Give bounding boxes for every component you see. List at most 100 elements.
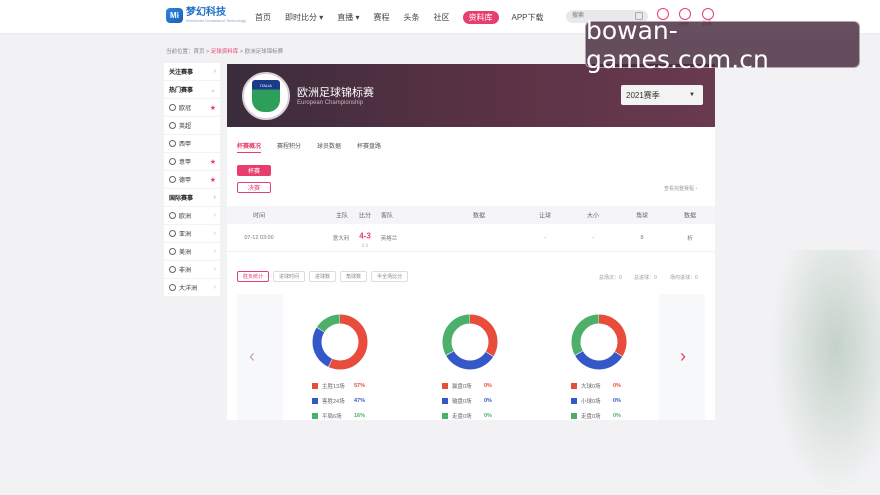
- sidebar-item-label: 大洋洲: [179, 286, 198, 292]
- avg-goals: 场均进球：0: [670, 275, 698, 281]
- nav-database[interactable]: 资料库: [462, 10, 499, 24]
- nav-live-score[interactable]: 即时比分 ▾: [278, 0, 330, 34]
- subtab-ht-ft[interactable]: 半全场比分: [371, 271, 409, 282]
- analysis-link[interactable]: 析: [687, 234, 693, 242]
- nav-community[interactable]: 社区: [427, 0, 457, 34]
- tab-schedule-standings[interactable]: 赛程积分: [277, 141, 301, 153]
- main-nav: 首页 即时比分 ▾ 直播 ▾ 赛程 头条 社区 资料库 APP下载: [248, 0, 551, 34]
- donut-win-loss: [312, 314, 368, 370]
- legend-item: 客胜24场 47%: [312, 393, 365, 408]
- site-logo[interactable]: Mi 梦幻科技 Wonderful Dreamland Technology: [166, 8, 246, 23]
- col-handicap: 让球: [538, 213, 552, 220]
- final-button[interactable]: 决赛: [237, 182, 271, 193]
- legend-swatch: [571, 382, 577, 389]
- legend-label: 输盘0场: [452, 398, 472, 405]
- sidebar-item-label: 美洲: [179, 250, 192, 256]
- legend-swatch: [312, 382, 318, 389]
- breadcrumb-link[interactable]: 足球资料库: [211, 49, 239, 55]
- sidebar-item-oceania[interactable]: 大洋洲 ›: [164, 279, 220, 297]
- background-player-image: [770, 250, 880, 495]
- legend-label: 走盘0场: [581, 413, 601, 420]
- sidebar-item-americas[interactable]: 美洲 ›: [164, 243, 220, 261]
- col-data: 数据: [472, 213, 486, 220]
- breadcrumb: 当前位置：首页 > 足球资料库 > 欧洲足球锦标赛: [166, 47, 283, 55]
- season-select[interactable]: 2021赛季 ▼: [621, 85, 703, 105]
- legend-label: 走盘0场: [452, 413, 472, 420]
- legend-swatch: [312, 412, 318, 419]
- col-score: 比分: [358, 213, 372, 220]
- legend-handicap: 赢盘0场 0% 输盘0场 0% 走盘0场 0%: [442, 378, 492, 423]
- home-team[interactable]: 意大利: [333, 234, 350, 242]
- subtab-win-loss[interactable]: 胜负统计: [237, 271, 270, 282]
- legend-item: 走盘0场 0%: [571, 408, 621, 423]
- nav-schedule[interactable]: 赛程: [367, 0, 397, 34]
- legend-swatch: [571, 397, 577, 404]
- table-row[interactable]: 07-12 03:00 意大利 4-3 1-1 英格兰 - - 8 析: [227, 224, 715, 252]
- sidebar-item-hot[interactable]: 热门赛事 ⌄: [164, 81, 220, 99]
- tab-overview[interactable]: 杯赛概况: [237, 141, 262, 153]
- over-under-value: -: [592, 234, 594, 241]
- nav-home[interactable]: 首页: [248, 0, 278, 34]
- col-home: 主队: [335, 213, 349, 220]
- sidebar-item-ucl[interactable]: 欧冠 ★: [164, 99, 220, 117]
- sidebar-item-label: 热门赛事: [169, 88, 194, 94]
- match-score[interactable]: 4-3: [359, 231, 371, 240]
- legend-item: 大球0场 0%: [571, 378, 621, 393]
- carousel-next-icon[interactable]: ›: [680, 346, 686, 367]
- legend-label: 小球0场: [581, 398, 601, 405]
- legend-item: 平局6场 16%: [312, 408, 365, 423]
- legend-pct: 0%: [613, 412, 621, 419]
- cup-button[interactable]: 杯赛: [237, 165, 271, 176]
- sidebar-item-bundesliga[interactable]: 德甲 ★: [164, 171, 220, 189]
- sidebar-item-epl[interactable]: 英超: [164, 117, 220, 135]
- globe-icon: [169, 212, 176, 219]
- legend-pct: 0%: [613, 397, 621, 404]
- corner-value: 8: [640, 234, 644, 241]
- stats-carousel: ‹ › 主胜13场 57% 客胜24场 47% 平局6场 16% 赢盘0场 0% 输盘0…: [237, 294, 705, 420]
- total-goals: 总进球：0: [634, 275, 657, 281]
- globe-icon: [169, 266, 176, 273]
- legend-item: 输盘0场 0%: [442, 393, 492, 408]
- away-team[interactable]: 英格兰: [381, 234, 398, 242]
- globe-icon: [169, 284, 176, 291]
- legend-swatch: [442, 382, 448, 389]
- competition-panel: ITALIA 欧洲足球锦标赛 European Championship 202…: [227, 64, 715, 420]
- globe-icon: [169, 248, 176, 255]
- sidebar-item-followed[interactable]: 关注赛事 ›: [164, 63, 220, 81]
- nav-app-download[interactable]: APP下载: [505, 0, 551, 34]
- sidebar-item-label: 欧洲: [179, 214, 192, 220]
- legend-item: 小球0场 0%: [571, 393, 621, 408]
- star-icon[interactable]: ★: [210, 158, 216, 166]
- legend-pct: 47%: [354, 397, 366, 404]
- full-schedule-link[interactable]: 查看完整赛程 ›: [664, 185, 697, 192]
- sidebar-item-laliga[interactable]: 西甲: [164, 135, 220, 153]
- nav-headlines[interactable]: 头条: [397, 0, 427, 34]
- sidebar-item-label: 西甲: [179, 142, 192, 148]
- subtab-goal-count[interactable]: 进球数: [309, 271, 337, 282]
- chevron-right-icon: ›: [213, 248, 216, 255]
- legend-pct: 0%: [613, 382, 621, 389]
- legend-label: 主胜13场: [322, 383, 345, 390]
- league-icon: [169, 104, 176, 111]
- subtab-goal-time[interactable]: 进球时间: [273, 271, 306, 282]
- star-icon[interactable]: ★: [210, 176, 216, 184]
- sidebar-item-seriea[interactable]: 意甲 ★: [164, 153, 220, 171]
- sidebar-item-europe[interactable]: 欧洲 ›: [164, 207, 220, 225]
- subtab-corners[interactable]: 角球数: [340, 271, 368, 282]
- tab-player-stats[interactable]: 球员数据: [317, 141, 341, 153]
- sidebar-item-international[interactable]: 国际赛事 ›: [164, 189, 220, 207]
- star-icon[interactable]: ★: [210, 104, 216, 112]
- half-score: 1-1: [361, 242, 369, 248]
- legend-item: 赢盘0场 0%: [442, 378, 492, 393]
- chevron-right-icon: ›: [213, 266, 216, 273]
- sidebar-item-asia[interactable]: 亚洲 ›: [164, 225, 220, 243]
- donut-over-under: [571, 314, 627, 370]
- carousel-prev-icon[interactable]: ‹: [249, 346, 255, 367]
- tab-handicap-trends[interactable]: 杯赛盘路: [357, 141, 381, 153]
- col-analysis: 数据: [683, 213, 697, 220]
- nav-live[interactable]: 直播 ▾: [330, 0, 366, 34]
- chevron-right-icon: ›: [213, 212, 216, 219]
- league-sidebar: 关注赛事 › 热门赛事 ⌄ 欧冠 ★ 英超 西甲 意甲 ★ 德甲 ★ 国际赛事 › 欧洲 › …: [164, 63, 220, 297]
- sidebar-item-africa[interactable]: 非洲 ›: [164, 261, 220, 279]
- legend-label: 大球0场: [581, 383, 601, 390]
